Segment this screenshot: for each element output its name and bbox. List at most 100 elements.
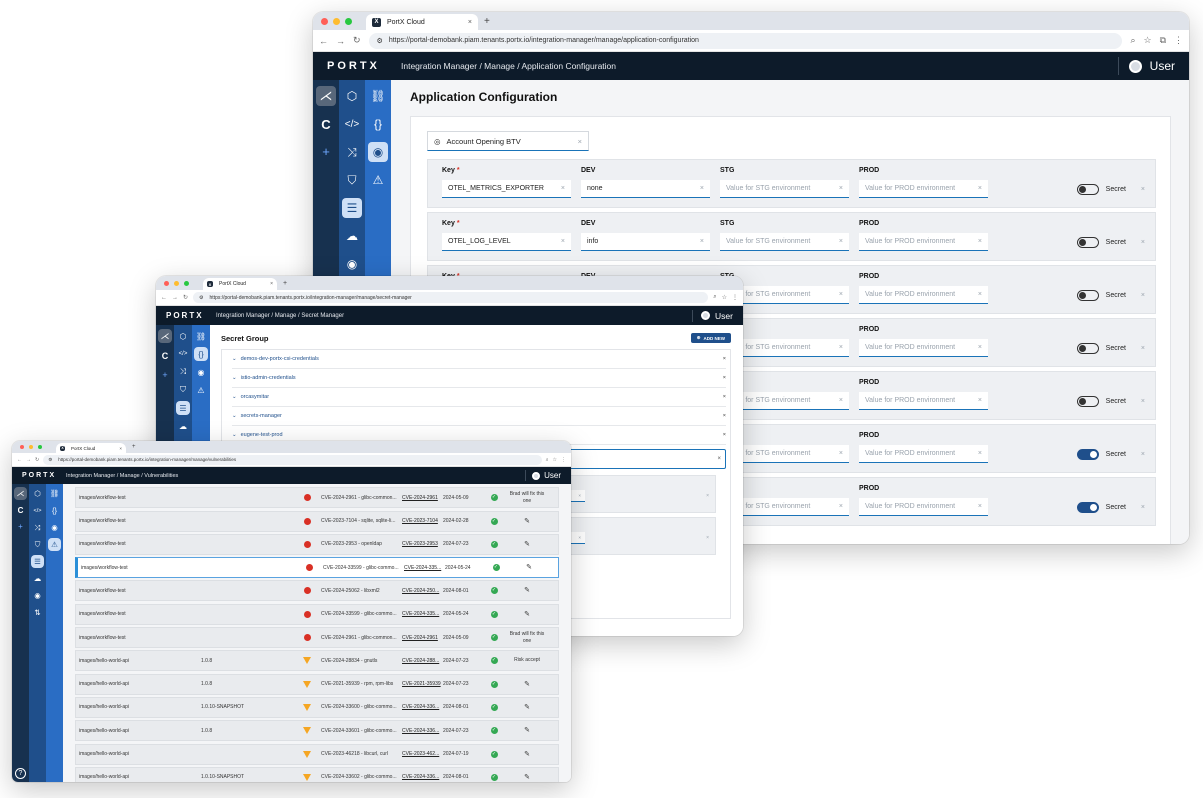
add-icon[interactable]: + <box>316 142 336 160</box>
back-icon[interactable]: ← <box>161 295 167 301</box>
delete-row-icon[interactable]: × <box>1141 398 1145 405</box>
clear-input-icon[interactable]: × <box>978 450 982 457</box>
menu-dots-icon[interactable]: ⋮ <box>1174 35 1183 46</box>
delete-row-icon[interactable]: × <box>1141 186 1145 193</box>
connect-icon[interactable]: C <box>316 114 336 134</box>
clear-input-icon[interactable]: × <box>839 185 843 192</box>
chevron-down-icon[interactable]: ⌄ <box>232 413 237 419</box>
link-icon[interactable]: ⛓ <box>48 487 61 500</box>
clear-input-icon[interactable]: × <box>839 397 843 404</box>
minimize-dot[interactable] <box>29 445 33 449</box>
clear-input-icon[interactable]: × <box>561 185 565 192</box>
shield-icon[interactable]: ⛉ <box>31 538 44 551</box>
remove-group-icon[interactable]: × <box>723 394 726 400</box>
delete-row-icon[interactable]: × <box>1141 239 1145 246</box>
menu-dots-icon[interactable]: ⋮ <box>561 457 566 463</box>
new-tab-icon[interactable]: + <box>484 16 490 27</box>
browser-tab[interactable]: X PortX Cloud × <box>56 443 126 453</box>
visibility-icon[interactable]: ◉ <box>48 521 61 534</box>
shuffle-icon[interactable]: ⤨ <box>342 142 362 162</box>
eye-icon[interactable]: ◉ <box>31 589 44 602</box>
site-info-icon[interactable]: ⚙ <box>48 457 52 463</box>
clear-app-icon[interactable]: × <box>578 137 582 146</box>
site-info-icon[interactable]: ⚙ <box>377 37 383 45</box>
table-row[interactable]: images/workflow-test CVE-2024-33599 - gli… <box>75 603 559 625</box>
site-info-icon[interactable]: ⚙ <box>199 295 203 301</box>
list-icon[interactable]: ☰ <box>31 555 44 568</box>
zoom-icon[interactable]: ⌕ <box>713 294 716 301</box>
code-icon[interactable]: </> <box>342 114 362 134</box>
integration-icon[interactable]: ⋌ <box>316 86 336 106</box>
secret-group-item[interactable]: ⌄ orcasymitar × <box>232 388 726 407</box>
extensions-icon[interactable]: ⧉ <box>1160 35 1166 46</box>
edit-icon[interactable]: ✎ <box>505 518 549 525</box>
settings-hex-icon[interactable]: ⬡ <box>342 86 362 106</box>
table-row[interactable]: images/hello-world-api 1.0.10-SNAPSHOT CVE… <box>75 696 559 718</box>
minimize-dot[interactable] <box>174 280 179 286</box>
warning-icon[interactable]: ⚠ <box>368 170 388 190</box>
code-icon[interactable]: </> <box>176 347 190 361</box>
clear-input-icon[interactable]: × <box>578 493 581 498</box>
table-row[interactable]: images/hello-world-api 1.0.10-SNAPSHOT CVE… <box>75 766 559 782</box>
settings-hex-icon[interactable]: ⬡ <box>176 329 190 343</box>
maximize-dot[interactable] <box>184 280 189 286</box>
clear-input-icon[interactable]: × <box>978 344 982 351</box>
table-row[interactable]: images/hello-world-api 1.0.8 CVE-2024-3360… <box>75 720 559 742</box>
secret-group-item[interactable]: ⌄ demos-dev-portx-csi-credentials × <box>232 350 726 369</box>
edit-icon[interactable]: ✎ <box>505 727 549 734</box>
bookmark-star-icon[interactable]: ☆ <box>553 457 557 463</box>
cloud-upload-icon[interactable]: ☁ <box>176 419 190 433</box>
add-icon[interactable]: + <box>14 521 27 532</box>
reload-icon[interactable]: ↻ <box>353 35 361 46</box>
user-menu[interactable]: User <box>525 470 561 481</box>
table-row[interactable]: images/workflow-test CVE-2024-2961 - glib… <box>75 487 559 509</box>
prod-input[interactable]: Value for PROD environment × <box>859 392 988 410</box>
add-new-button[interactable]: ⊕ ADD NEW <box>690 333 731 343</box>
chevron-down-icon[interactable]: ⌄ <box>232 394 237 400</box>
warning-icon[interactable]: ⚠ <box>194 383 208 397</box>
tab-close-icon[interactable]: × <box>119 446 122 451</box>
user-menu[interactable]: User <box>692 309 733 322</box>
key-input[interactable]: OTEL_METRICS_EXPORTER × <box>442 180 571 198</box>
clear-input-icon[interactable]: × <box>978 397 982 404</box>
integration-icon[interactable]: ⋌ <box>14 487 27 500</box>
edit-icon[interactable]: ✎ <box>505 541 549 548</box>
connect-icon[interactable]: C <box>158 349 172 363</box>
application-select[interactable]: ◎ Account Opening BTV × <box>427 131 589 151</box>
table-row[interactable]: images/workflow-test CVE-2023-2953 - open… <box>75 533 559 555</box>
reload-icon[interactable]: ↻ <box>183 294 188 301</box>
table-row[interactable]: images/hello-world-api 1.0.8 CVE-2024-2883… <box>75 650 559 672</box>
forward-icon[interactable]: → <box>336 36 345 46</box>
link-icon[interactable]: ⛓ <box>194 329 208 343</box>
list-icon[interactable]: ☰ <box>342 198 362 218</box>
edit-icon[interactable]: ✎ <box>505 587 549 594</box>
tab-close-icon[interactable]: × <box>468 19 472 26</box>
edit-icon[interactable]: ✎ <box>505 611 549 618</box>
action-note[interactable]: Brad will fix this one <box>505 631 549 645</box>
cloud-upload-icon[interactable]: ☁ <box>31 572 44 585</box>
list-icon[interactable]: ☰ <box>176 401 190 415</box>
delete-row-icon[interactable]: × <box>1141 504 1145 511</box>
table-row[interactable]: images/workflow-test CVE-2023-7104 - sqli… <box>75 510 559 532</box>
back-icon[interactable]: ← <box>17 457 22 463</box>
zoom-icon[interactable]: ⌕ <box>546 457 549 463</box>
cve-link[interactable]: CVE-2024-250... <box>402 588 443 594</box>
action-note[interactable]: Risk accept <box>505 657 549 664</box>
table-row[interactable]: images/hello-world-api CVE-2023-46218 - l… <box>75 743 559 765</box>
prod-input[interactable]: Value for PROD environment × <box>859 286 988 304</box>
bookmark-star-icon[interactable]: ☆ <box>722 294 727 301</box>
prod-input[interactable]: Value for PROD environment × <box>859 498 988 516</box>
minimize-dot[interactable] <box>333 17 340 25</box>
clear-input-icon[interactable]: × <box>978 291 982 298</box>
cve-link[interactable]: CVE-2024-335... <box>402 611 443 617</box>
braces-icon[interactable]: {} <box>194 347 208 361</box>
braces-icon[interactable]: {} <box>368 114 388 134</box>
menu-dots-icon[interactable]: ⋮ <box>732 294 738 301</box>
url-field[interactable]: ⚙ https://portal-demobank.piam.tenants.p… <box>193 292 709 303</box>
forward-icon[interactable]: → <box>172 295 178 301</box>
close-dot[interactable] <box>321 17 328 25</box>
secret-toggle[interactable] <box>1076 449 1099 460</box>
reload-icon[interactable]: ↻ <box>35 457 39 463</box>
clear-input-icon[interactable]: × <box>978 238 982 245</box>
cloud-upload-icon[interactable]: ☁ <box>342 226 362 246</box>
